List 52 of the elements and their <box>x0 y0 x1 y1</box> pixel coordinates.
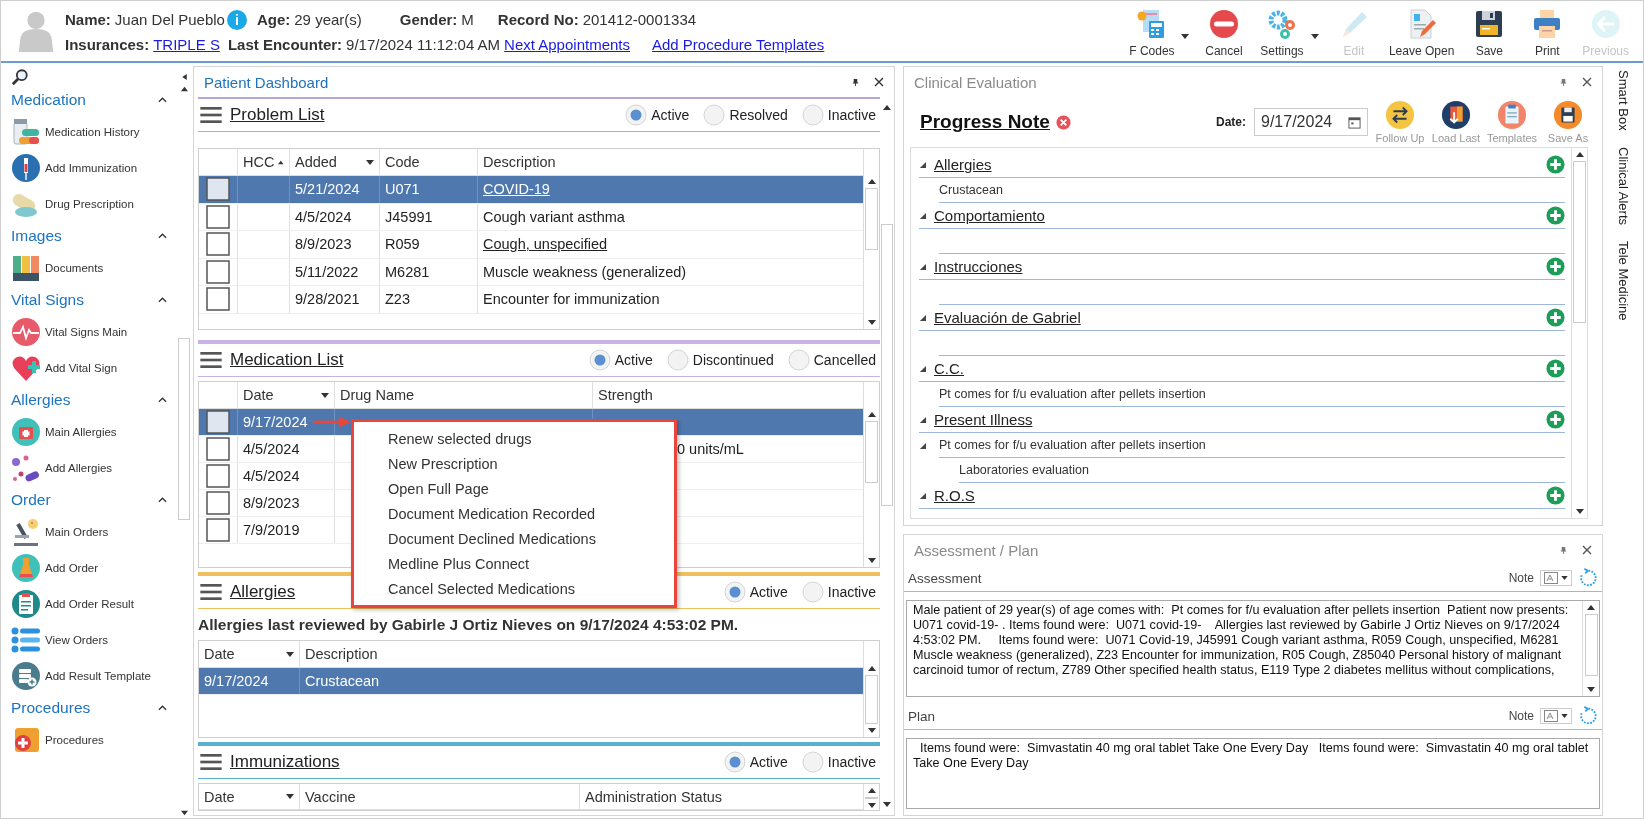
section-title: Images <box>11 227 62 245</box>
panel-title: Clinical Evaluation <box>914 73 1038 91</box>
table-cell: Muscle weakness (generalized) <box>483 263 687 280</box>
field-label: Gender: <box>399 11 458 28</box>
table-cell: 9/17/2024 <box>243 414 308 430</box>
field-value: M <box>461 11 474 28</box>
note-entry: Laboratories evaluation <box>959 463 1089 477</box>
note-entry: Crustacean <box>939 183 1003 197</box>
table-cell: Crustacean <box>305 673 380 689</box>
note-label: Note <box>1508 709 1534 723</box>
table-cell: 4/5/2024 <box>295 208 352 225</box>
table-cell: 8/9/2023 <box>243 495 300 511</box>
field-label: Last Encounter: <box>227 35 343 53</box>
table-cell: R059 <box>385 236 420 253</box>
field-label: Name: <box>65 11 111 28</box>
table-cell: Encounter for immunization <box>483 291 660 308</box>
table-cell: M6281 <box>385 263 430 280</box>
field-value: 201412-0001334 <box>582 11 697 28</box>
section-title: Medication <box>11 91 86 109</box>
table-cell: Cough variant asthma <box>483 208 625 225</box>
table-cell: Z23 <box>385 291 410 308</box>
field-label: Age: <box>256 11 291 28</box>
review-note: Allergies last reviewed by Gabirle J Ortiz Nieves on 9/17/2024 4:53:02 PM. <box>198 615 740 635</box>
table-cell: J45991 <box>385 208 433 225</box>
table-cell: 8/9/2023 <box>295 236 352 253</box>
panel-title: Patient Dashboard <box>204 73 330 91</box>
table-cell: 0 units/mL <box>677 441 744 457</box>
section-title: Vital Signs <box>11 291 84 309</box>
field-value: 29 year(s) <box>294 11 362 28</box>
table-cell: 4/5/2024 <box>243 468 300 484</box>
panel-title: Assessment / Plan <box>914 541 1040 559</box>
table-cell: 9/28/2021 <box>295 291 360 308</box>
field-label: Assessment <box>908 570 983 586</box>
section-title: Order <box>11 491 51 509</box>
note-entry: Pt comes for f/u evaluation after pellets insertion <box>939 387 1206 401</box>
date-label: Date: <box>1216 115 1246 129</box>
table-cell: 5/21/2024 <box>295 181 360 198</box>
table-cell: 5/11/2022 <box>295 263 359 280</box>
patient-name: Juan Del Pueblo <box>114 11 225 28</box>
note-title: Progress Note <box>920 111 1050 133</box>
field-value: 9/17/2024 11:12:04 AM <box>346 35 501 53</box>
section-title: Procedures <box>11 699 91 717</box>
table-cell: 9/17/2024 <box>204 673 269 689</box>
field-label: Plan <box>908 708 937 724</box>
field-label: Record No: <box>497 11 579 28</box>
field-label: Insurances: <box>65 35 150 53</box>
note-label: Note <box>1508 571 1534 585</box>
section-title: Allergies <box>11 391 71 409</box>
table-cell: U071 <box>385 181 420 198</box>
note-entry: Pt comes for f/u evaluation after pellets insertion <box>939 438 1206 452</box>
table-cell: 4/5/2024 <box>243 441 300 457</box>
table-cell: 7/9/2019 <box>243 522 300 538</box>
